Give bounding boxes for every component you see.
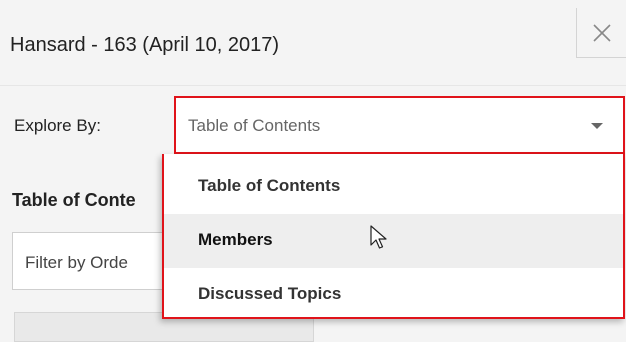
close-button[interactable] [576, 8, 626, 58]
filter-placeholder: Filter by Orde [25, 253, 128, 272]
explore-by-label: Explore By: [14, 116, 101, 135]
explore-by-select[interactable]: Table of Contents [174, 96, 625, 154]
close-icon [592, 23, 611, 42]
document-panel: Hansard - 163 (April 10, 2017) Explore B… [0, 0, 626, 342]
menu-item-discussed-topics[interactable]: Discussed Topics [164, 268, 623, 322]
explore-by-selected-value: Table of Contents [188, 116, 321, 135]
menu-item-table-of-contents[interactable]: Table of Contents [164, 160, 623, 214]
table-of-contents-heading: Table of Conte [12, 190, 136, 210]
chevron-down-icon [591, 123, 603, 129]
mouse-pointer-icon [370, 225, 387, 249]
panel-title: Hansard - 163 (April 10, 2017) [10, 34, 280, 56]
menu-item-members[interactable]: Members [164, 214, 623, 268]
header-divider [0, 85, 626, 86]
explore-by-dropdown-menu: Table of Contents Members Discussed Topi… [162, 154, 625, 319]
